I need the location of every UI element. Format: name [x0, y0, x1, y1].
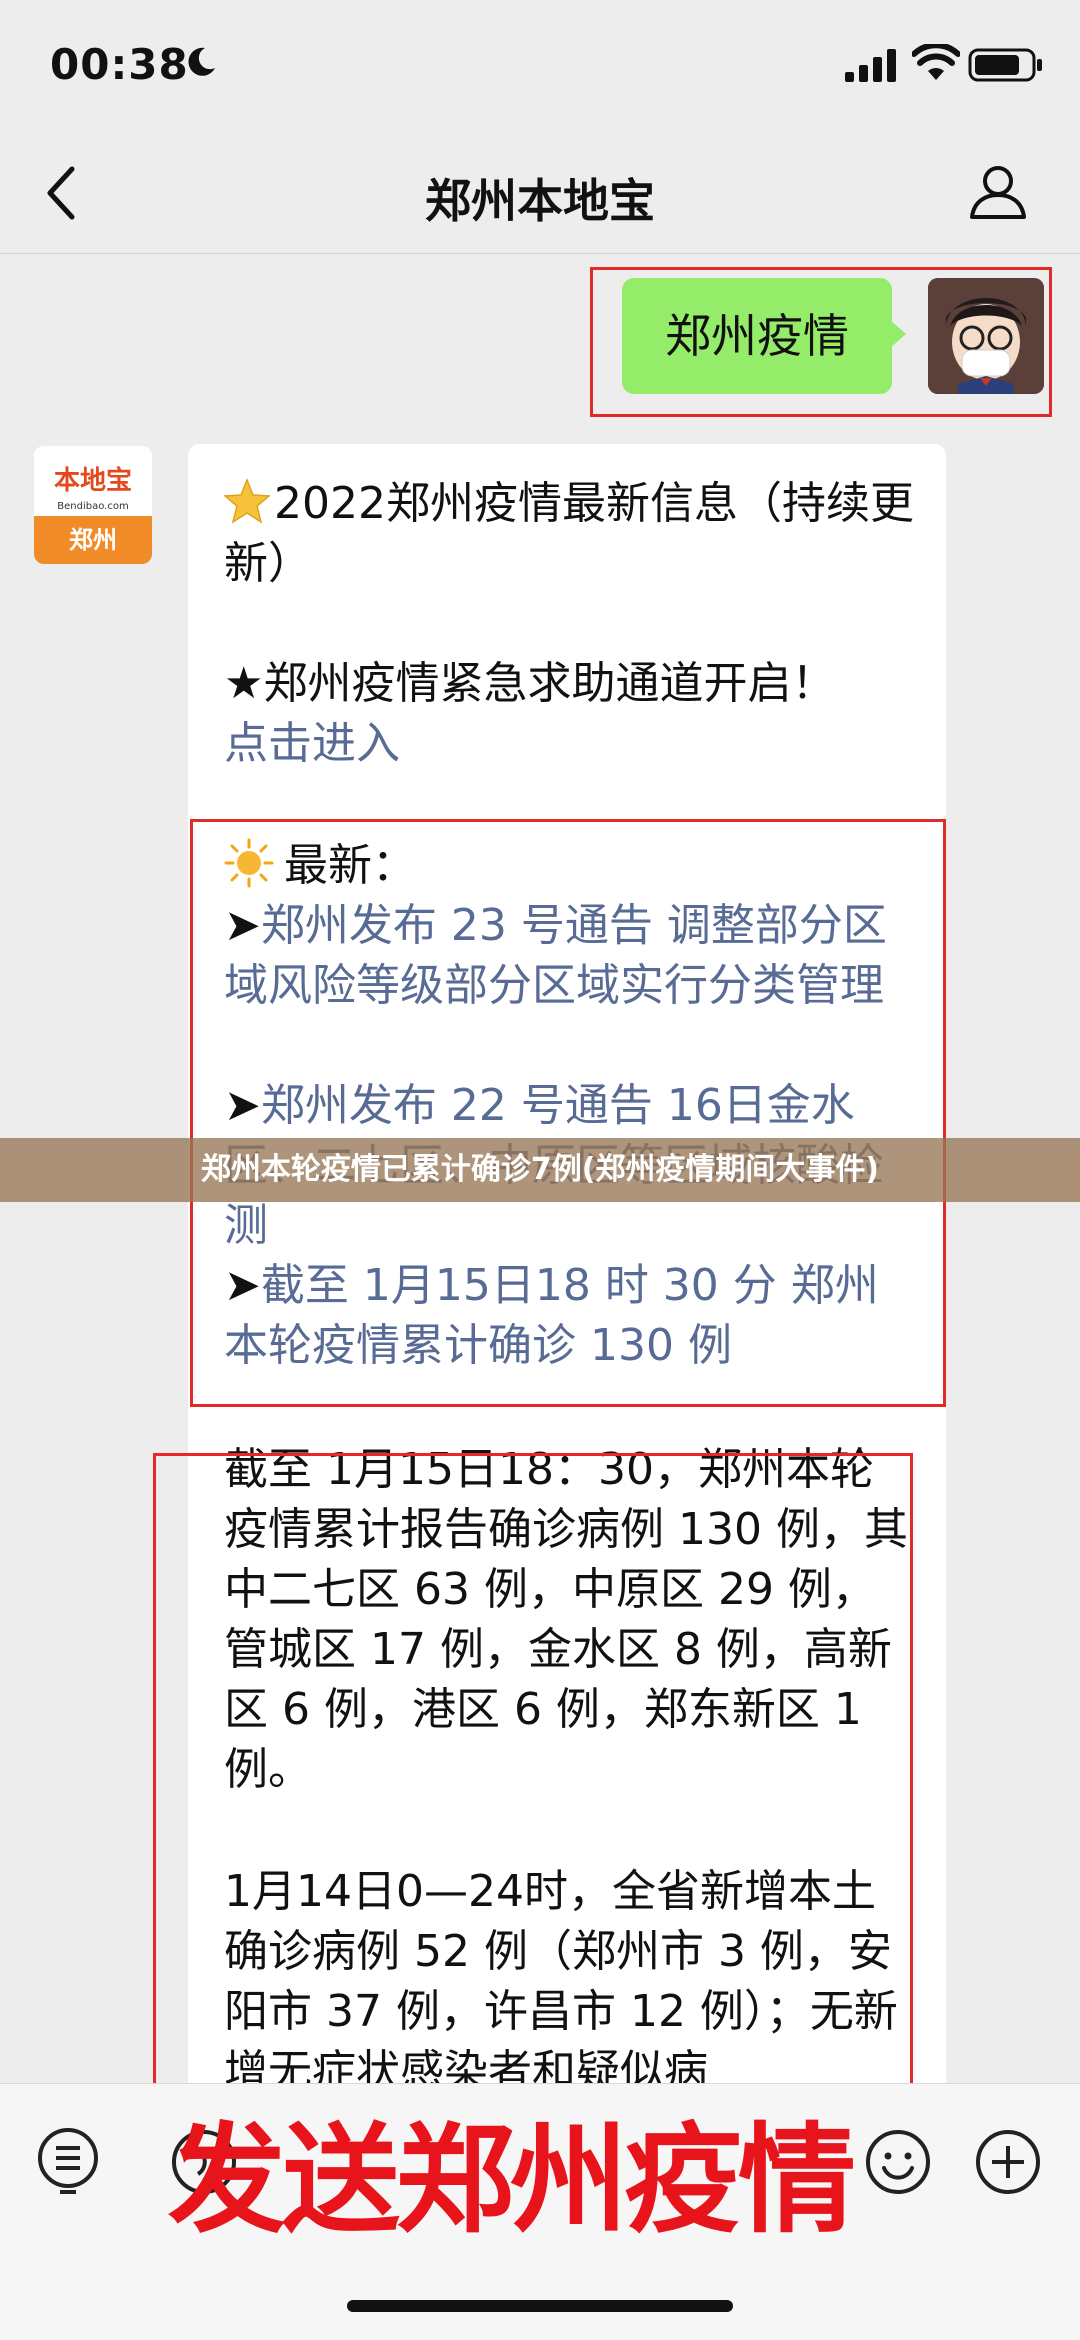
sent-message-bubble[interactable]: 郑州疫情 [622, 278, 906, 394]
cellular-signal-icon [845, 49, 896, 82]
case-summary-highlight [153, 1453, 913, 2091]
moon-icon [188, 47, 215, 76]
home-indicator[interactable] [347, 2300, 733, 2312]
avatar-illustration-icon [928, 278, 1044, 394]
status-bar: 00:38 [0, 0, 1080, 135]
add-icon[interactable] [972, 2126, 1044, 2198]
latest-news-highlight [190, 819, 946, 1407]
urgent-notice: ★郑州疫情紧急求助通道开启！ 点击进入 [224, 654, 914, 774]
send-instruction-overlay: 发送郑州疫情 [168, 2111, 856, 2249]
star-emoji-icon [224, 478, 270, 524]
emoji-icon[interactable] [862, 2126, 934, 2198]
logo-domain: Bendibao.com [57, 501, 129, 512]
nav-bar: 郑州本地宝 [0, 135, 1080, 254]
menu-list-icon[interactable] [32, 2126, 104, 2198]
message-title-line: 2022郑州疫情最新信息（持续更新） [224, 474, 914, 594]
article-caption: 郑州本轮疫情已累计确诊7例(郑州疫情期间大事件) [0, 1138, 1080, 1202]
user-avatar[interactable] [928, 278, 1044, 394]
logo-text: 本地宝 [53, 466, 132, 496]
message-title: 2022郑州疫情最新信息（持续更新） [224, 478, 914, 589]
profile-icon[interactable] [968, 161, 1028, 221]
bot-avatar[interactable]: 本地宝 Bendibao.com 郑州 [34, 446, 152, 564]
wifi-icon [912, 44, 960, 80]
chat-title: 郑州本地宝 [425, 174, 655, 228]
enter-link[interactable]: 点击进入 [224, 718, 400, 769]
status-time: 00:38 [50, 40, 189, 89]
battery-icon [968, 48, 1042, 82]
urgent-text: ★郑州疫情紧急求助通道开启！ [224, 658, 836, 709]
logo-city: 郑州 [34, 516, 152, 564]
